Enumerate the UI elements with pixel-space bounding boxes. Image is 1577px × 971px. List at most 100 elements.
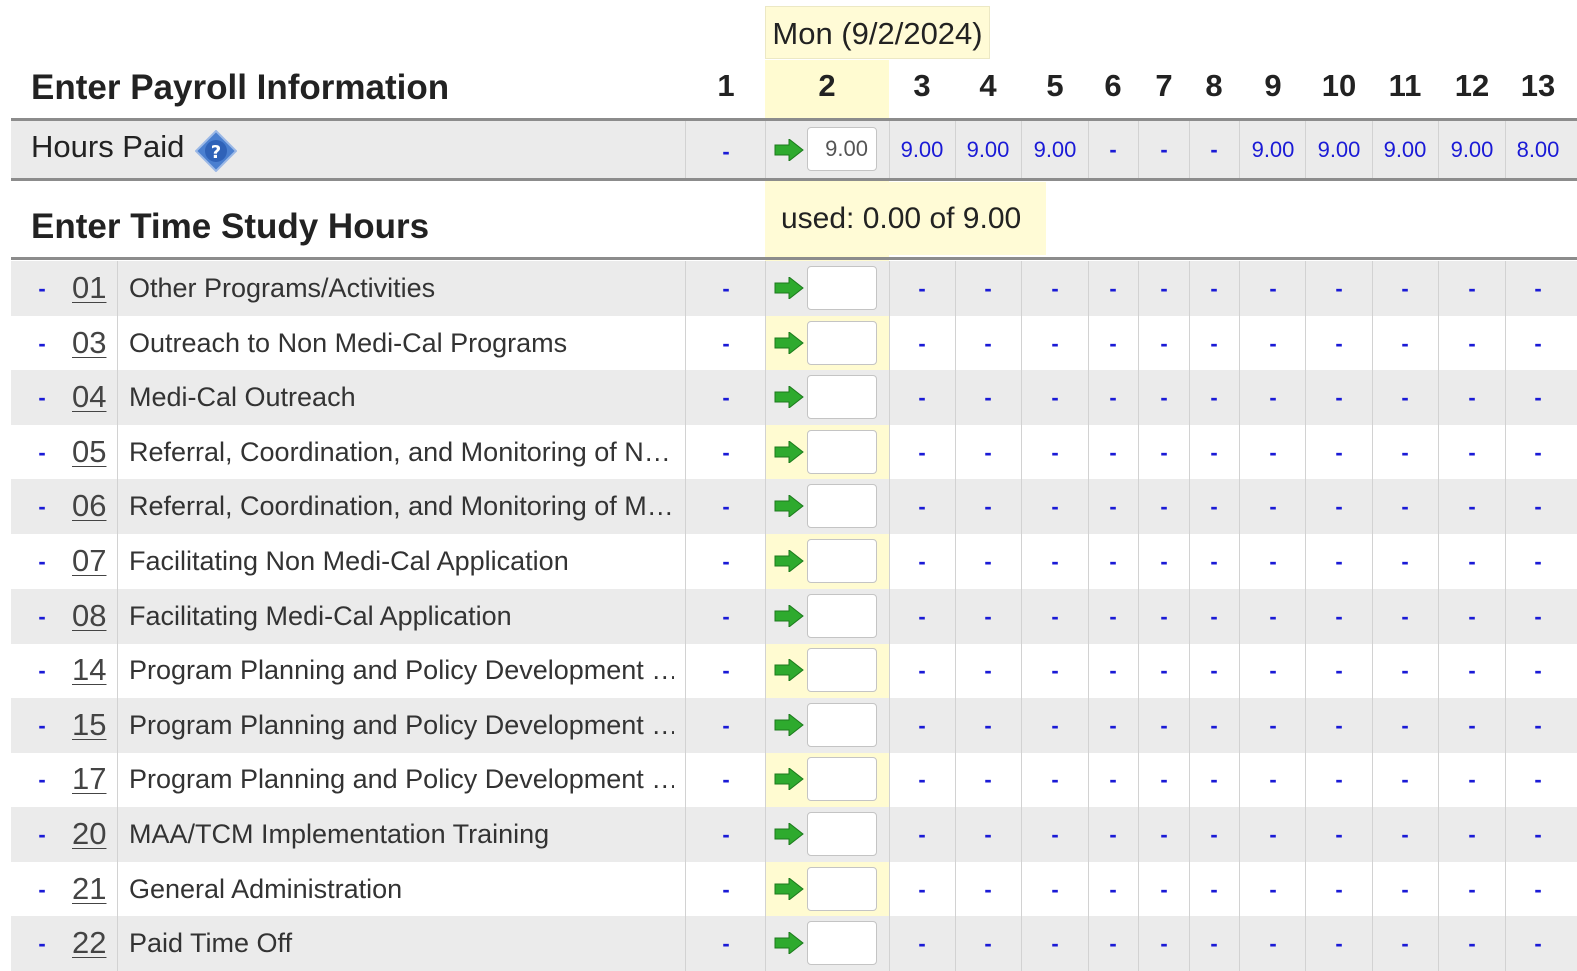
day-number-3[interactable]: 3 [894, 68, 950, 108]
activity-day-6[interactable]: - [1093, 331, 1133, 357]
activity-day-11[interactable]: - [1385, 385, 1425, 411]
activity-day-6[interactable]: - [1093, 385, 1133, 411]
activity-day-5[interactable]: - [1035, 604, 1075, 630]
activity-day-4[interactable]: - [968, 822, 1008, 848]
day-number-7[interactable]: 7 [1136, 68, 1192, 108]
activity-day-3[interactable]: - [902, 658, 942, 684]
green-arrow-icon[interactable] [774, 768, 804, 790]
activity-day-12[interactable]: - [1452, 440, 1492, 466]
activity-code-link[interactable]: 03 [72, 325, 106, 361]
hours-paid-day-8[interactable]: - [1182, 137, 1246, 163]
hours-paid-day-3[interactable]: 9.00 [890, 137, 954, 163]
activity-code-link[interactable]: 20 [72, 816, 106, 852]
activity-day-13[interactable]: - [1518, 877, 1558, 903]
activity-code-link[interactable]: 14 [72, 652, 106, 688]
activity-hours-input[interactable] [807, 812, 877, 856]
activity-day-5[interactable]: - [1035, 276, 1075, 302]
activity-day-13[interactable]: - [1518, 276, 1558, 302]
activity-remove-link[interactable]: - [30, 931, 54, 957]
activity-day-10[interactable]: - [1319, 385, 1359, 411]
activity-day-4[interactable]: - [968, 931, 1008, 957]
green-arrow-icon[interactable] [774, 714, 804, 736]
activity-day-8[interactable]: - [1194, 658, 1234, 684]
activity-day-6[interactable]: - [1093, 494, 1133, 520]
activity-day-11[interactable]: - [1385, 767, 1425, 793]
activity-day-3[interactable]: - [902, 494, 942, 520]
activity-code-link[interactable]: 01 [72, 270, 106, 306]
activity-code-link[interactable]: 15 [72, 707, 106, 743]
activity-day-12[interactable]: - [1452, 931, 1492, 957]
hours-paid-day-1[interactable]: - [706, 139, 746, 165]
activity-day-6[interactable]: - [1093, 549, 1133, 575]
activity-day-5[interactable]: - [1035, 822, 1075, 848]
activity-hours-input[interactable] [807, 375, 877, 419]
activity-hours-input[interactable] [807, 757, 877, 801]
activity-day-3[interactable]: - [902, 331, 942, 357]
activity-day-6[interactable]: - [1093, 822, 1133, 848]
activity-day-1[interactable]: - [706, 713, 746, 739]
activity-day-8[interactable]: - [1194, 604, 1234, 630]
day-number-5[interactable]: 5 [1027, 68, 1083, 108]
activity-day-13[interactable]: - [1518, 331, 1558, 357]
hours-paid-day-12[interactable]: 9.00 [1440, 137, 1504, 163]
activity-hours-input[interactable] [807, 867, 877, 911]
activity-day-5[interactable]: - [1035, 713, 1075, 739]
activity-day-1[interactable]: - [706, 276, 746, 302]
hours-paid-input[interactable] [807, 127, 877, 171]
activity-day-10[interactable]: - [1319, 767, 1359, 793]
activity-day-12[interactable]: - [1452, 877, 1492, 903]
activity-day-7[interactable]: - [1144, 385, 1184, 411]
question-diamond-icon[interactable]: ? [195, 130, 237, 172]
activity-hours-input[interactable] [807, 539, 877, 583]
activity-remove-link[interactable]: - [30, 440, 54, 466]
activity-day-9[interactable]: - [1253, 877, 1293, 903]
activity-day-7[interactable]: - [1144, 931, 1184, 957]
activity-day-1[interactable]: - [706, 658, 746, 684]
activity-day-7[interactable]: - [1144, 822, 1184, 848]
activity-day-4[interactable]: - [968, 658, 1008, 684]
activity-hours-input[interactable] [807, 430, 877, 474]
day-number-11[interactable]: 11 [1377, 68, 1433, 108]
activity-day-12[interactable]: - [1452, 658, 1492, 684]
activity-day-12[interactable]: - [1452, 385, 1492, 411]
activity-day-1[interactable]: - [706, 877, 746, 903]
green-arrow-icon[interactable] [774, 139, 804, 161]
activity-day-6[interactable]: - [1093, 877, 1133, 903]
activity-remove-link[interactable]: - [30, 822, 54, 848]
activity-day-10[interactable]: - [1319, 931, 1359, 957]
activity-day-4[interactable]: - [968, 494, 1008, 520]
activity-day-9[interactable]: - [1253, 713, 1293, 739]
activity-day-1[interactable]: - [706, 440, 746, 466]
activity-day-9[interactable]: - [1253, 658, 1293, 684]
activity-day-7[interactable]: - [1144, 767, 1184, 793]
activity-day-7[interactable]: - [1144, 276, 1184, 302]
activity-day-5[interactable]: - [1035, 931, 1075, 957]
green-arrow-icon[interactable] [774, 659, 804, 681]
activity-day-8[interactable]: - [1194, 822, 1234, 848]
day-number-2[interactable]: 2 [799, 68, 855, 108]
green-arrow-icon[interactable] [774, 441, 804, 463]
activity-day-11[interactable]: - [1385, 276, 1425, 302]
hours-paid-day-5[interactable]: 9.00 [1023, 137, 1087, 163]
activity-day-8[interactable]: - [1194, 767, 1234, 793]
activity-hours-input[interactable] [807, 266, 877, 310]
activity-day-12[interactable]: - [1452, 494, 1492, 520]
activity-code-link[interactable]: 21 [72, 871, 106, 907]
activity-day-12[interactable]: - [1452, 604, 1492, 630]
activity-day-11[interactable]: - [1385, 931, 1425, 957]
activity-hours-input[interactable] [807, 484, 877, 528]
activity-day-5[interactable]: - [1035, 549, 1075, 575]
day-number-6[interactable]: 6 [1085, 68, 1141, 108]
activity-day-12[interactable]: - [1452, 767, 1492, 793]
activity-day-10[interactable]: - [1319, 549, 1359, 575]
activity-day-11[interactable]: - [1385, 822, 1425, 848]
green-arrow-icon[interactable] [774, 332, 804, 354]
activity-remove-link[interactable]: - [30, 549, 54, 575]
activity-day-4[interactable]: - [968, 604, 1008, 630]
activity-day-12[interactable]: - [1452, 713, 1492, 739]
activity-day-5[interactable]: - [1035, 440, 1075, 466]
activity-day-7[interactable]: - [1144, 549, 1184, 575]
day-number-13[interactable]: 13 [1510, 68, 1566, 108]
green-arrow-icon[interactable] [774, 823, 804, 845]
activity-day-6[interactable]: - [1093, 440, 1133, 466]
